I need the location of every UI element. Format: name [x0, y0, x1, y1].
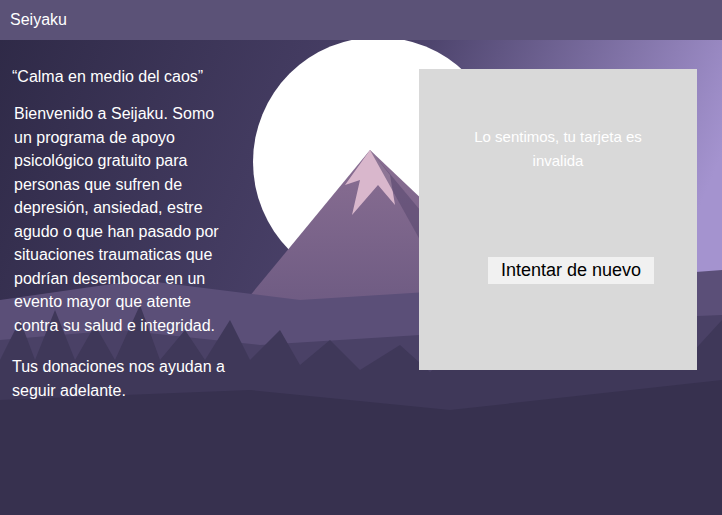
intro-line: personas que sufren de [14, 173, 300, 197]
site-title: Seiyaku [10, 8, 67, 32]
intro-line: situaciones traumaticas que [14, 243, 300, 267]
intro-line: contra su salud e integridad. [14, 314, 300, 338]
donation-line: seguir adelante. [12, 379, 300, 403]
intro-line: depresión, ansiedad, estre [14, 196, 300, 220]
donation-line: Tus donaciones nos ayudan a [12, 355, 300, 379]
error-dialog: Lo sentimos, tu tarjeta es invalida Inten… [419, 69, 697, 370]
header-bar: Seiyaku [0, 0, 722, 40]
intro-line: Bienvenido a Seijaku. Somo [14, 102, 300, 126]
tagline: “Calma en medio del caos” [12, 66, 300, 88]
error-message: Lo sentimos, tu tarjeta es invalida [448, 125, 668, 173]
intro-line: podrían desembocar en un [14, 267, 300, 291]
intro-line: evento mayor que atente [14, 290, 300, 314]
intro-line: psicológico gratuito para [14, 149, 300, 173]
intro-paragraph: Bienvenido a Seijaku. Somoun programa de… [12, 102, 300, 337]
intro-line: un programa de apoyo [14, 126, 300, 150]
intro-column: “Calma en medio del caos” Bienvenido a Se… [0, 40, 300, 402]
retry-button[interactable]: Intentar de nuevo [488, 257, 654, 284]
intro-line: agudo o que han pasado por [14, 220, 300, 244]
donation-text: Tus donaciones nos ayudan aseguir adelan… [12, 355, 300, 402]
